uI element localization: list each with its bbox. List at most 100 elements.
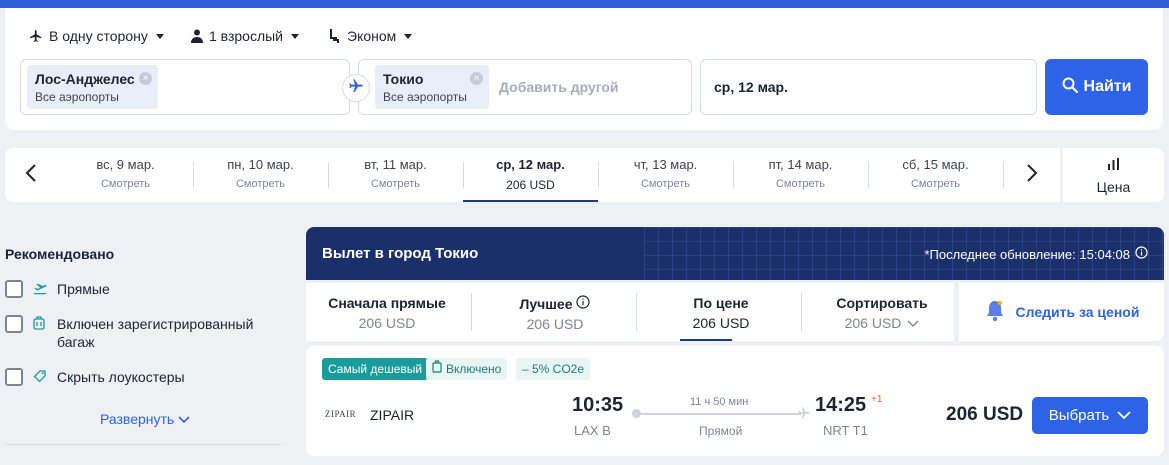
departure-time: 10:35 [572,394,624,416]
chevron-down-icon [291,33,299,39]
results-title: Вылет в город Токио [322,245,479,262]
baggage-included-badge: Включено [426,358,508,380]
stops-info: Прямой [699,424,743,438]
select-flight-button[interactable]: Выбрать [1032,397,1148,434]
date-price: 206 USD [506,178,555,192]
date-label: чт, 13 мар. [633,157,698,172]
expand-filters-link[interactable]: Развернуть [100,411,190,427]
last-updated-text: *Последнее обновление: 15:04:08 [924,246,1130,262]
cabin-label: Эконом [347,28,397,44]
passengers-dropdown[interactable]: 1 взрослый [191,26,299,46]
takeoff-icon [33,281,47,298]
chevron-left-icon [25,163,37,188]
date-label: вт, 11 мар. [364,157,427,172]
filter-direct[interactable]: Прямые [5,280,110,298]
origin-city: Лос-Анджелес [35,71,135,87]
date-item[interactable]: вс, 9 мар. Смотреть [58,148,193,202]
destination-field[interactable]: Токио Все аэропорты × Добавить другой [358,59,692,115]
luggage-icon [432,358,442,380]
watch-price-label: Следить за ценой [1015,304,1140,320]
airline-name: ZIPAIR [370,407,415,423]
remove-destination-icon[interactable]: × [470,72,483,85]
checkbox[interactable] [5,315,23,333]
cheapest-badge: Самый дешевый [322,358,429,380]
checkbox[interactable] [5,368,23,386]
next-day-indicator: +1 [871,394,883,405]
filters-title: Рекомендовано [5,246,115,262]
date-item[interactable]: пн, 10 мар. Смотреть [193,148,328,202]
seat-icon [329,29,341,43]
top-accent-bar [0,0,1169,8]
origin-field[interactable]: Лос-Анджелес Все аэропорты × [20,59,350,115]
divider [471,293,472,331]
luggage-icon [33,316,47,334]
filter-label: Включен зарегистрированный багаж [57,316,254,350]
remove-origin-icon[interactable]: × [139,72,152,85]
last-updated: *Последнее обновление: 15:04:08 [924,246,1148,262]
date-sub: Смотреть [640,178,691,190]
trip-type-dropdown[interactable]: В одну сторону [29,26,164,46]
date-label: пт, 14 мар. [768,157,833,172]
watch-price-button[interactable]: Следить за ценой [959,283,1164,341]
search-button[interactable]: Найти [1045,59,1148,115]
date-item[interactable]: сб, 15 мар. Смотреть [868,148,1003,202]
tab-label: Сначала прямые [328,295,446,311]
price-chart-button[interactable]: Цена [1063,148,1164,202]
plane-icon [29,29,43,43]
tab-label: По цене [693,295,749,311]
filter-baggage[interactable]: Включен зарегистрированный багаж [5,315,267,351]
date-sub: Смотреть [910,178,961,190]
flight-duration: 11 ч 50 мин [690,396,749,408]
origin-airports: Все аэропорты [35,90,119,104]
arrival-time: 14:25 [815,394,867,416]
filter-label: Прямые [57,281,110,297]
bell-icon [984,299,1006,326]
filter-label: Скрыть лоукостеры [57,369,185,385]
chevron-down-icon [1117,407,1131,424]
date-sub: Смотреть [100,178,151,190]
date-item-selected[interactable]: ср, 12 мар. 206 USD [463,148,598,202]
plane-icon [348,78,364,99]
tab-price: 206 USD [692,315,750,331]
checkbox[interactable] [5,280,23,298]
passengers-label: 1 взрослый [209,28,283,44]
date-item[interactable]: вт, 11 мар. Смотреть [328,148,463,202]
info-icon[interactable] [576,295,591,312]
filter-lowcost[interactable]: Скрыть лоукостеры [5,368,185,386]
divider [636,293,637,331]
badge-label: Включено [446,362,502,376]
tab-direct-first[interactable]: Сначала прямые 206 USD [306,283,468,341]
arrival-airport: NRT T1 [823,423,868,438]
next-dates-button[interactable] [1017,160,1047,190]
date-label: ср, 12 мар. [496,157,565,172]
chevron-down-icon [907,315,919,331]
date-strip: вс, 9 мар. Смотреть пн, 10 мар. Смотреть… [5,148,1060,202]
sort-dropdown[interactable]: Сортировать 206 USD [801,283,963,341]
date-item[interactable]: чт, 13 мар. Смотреть [598,148,733,202]
origin-chip[interactable]: Лос-Анджелес Все аэропорты × [27,65,158,109]
tab-by-price[interactable]: По цене 206 USD [640,283,802,341]
select-label: Выбрать [1048,407,1110,424]
tab-label: Лучшее [519,295,573,312]
divider [1003,162,1004,188]
search-button-label: Найти [1083,78,1132,95]
flight-card[interactable]: Самый дешевый Включено – 5% CO2e ZIPAIR … [306,346,1164,456]
info-icon[interactable] [1135,246,1148,262]
chevron-right-icon [1026,163,1038,188]
tab-label: Сортировать [836,295,928,311]
swap-button[interactable] [342,74,370,102]
add-other-destination[interactable]: Добавить другой [499,79,619,95]
destination-chip[interactable]: Токио Все аэропорты × [375,65,489,109]
date-value: ср, 12 мар. [714,79,788,95]
tab-price: 206 USD [844,315,902,331]
date-item[interactable]: пт, 14 мар. Смотреть [733,148,868,202]
date-field[interactable]: ср, 12 мар. [700,59,1037,115]
airline-logo: ZIPAIR [325,409,357,419]
prev-dates-button[interactable] [16,160,46,190]
tab-best[interactable]: Лучшее 206 USD [474,283,636,341]
results-header: Вылет в город Токио *Последнее обновлени… [306,227,1164,280]
plane-icon [797,406,811,425]
bar-chart-icon [1063,157,1164,175]
cabin-dropdown[interactable]: Эконом [329,26,413,46]
departure-airport: LAX B [574,423,611,438]
